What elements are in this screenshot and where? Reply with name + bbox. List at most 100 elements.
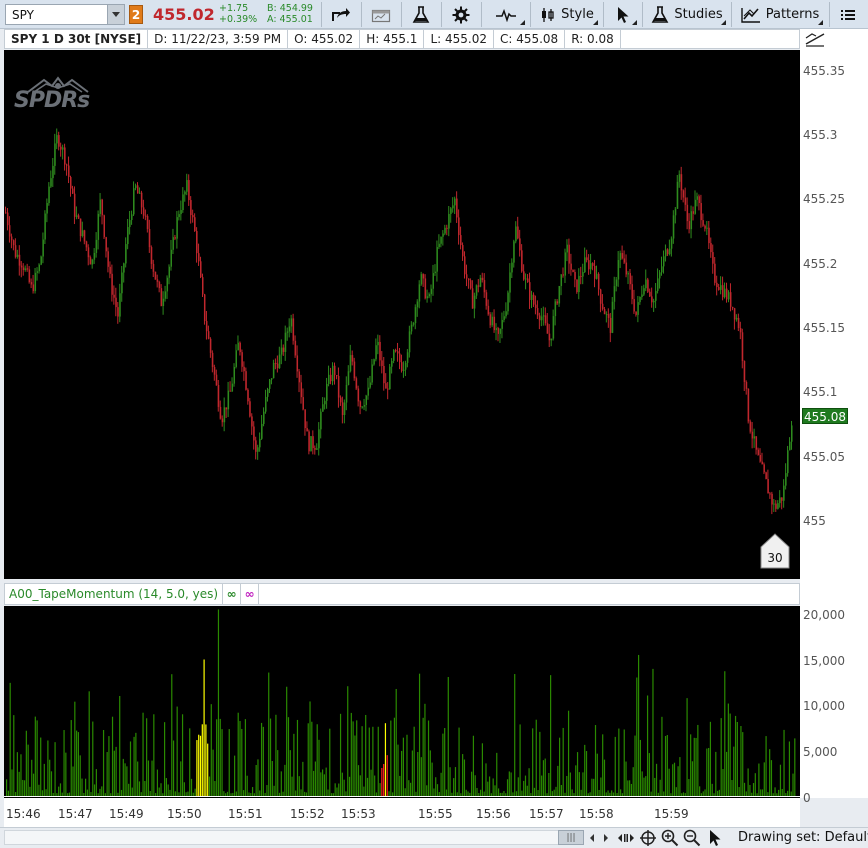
candle-body — [278, 354, 281, 369]
candle-body — [265, 396, 267, 412]
menu-button[interactable] — [834, 2, 862, 27]
chart-window-button[interactable] — [366, 2, 396, 27]
chart-window-icon — [371, 9, 391, 22]
momentum-bar — [600, 777, 602, 796]
momentum-bar — [133, 736, 135, 796]
candle-body — [288, 326, 291, 332]
momentum-bar — [332, 793, 334, 796]
candle-body — [720, 285, 722, 290]
momentum-bar — [612, 792, 615, 796]
candle-body — [647, 279, 649, 292]
candle-body — [475, 285, 478, 296]
candle-body — [56, 135, 58, 144]
zoom-in-button[interactable] — [660, 829, 680, 847]
candle-body — [154, 271, 157, 280]
momentum-bar — [172, 740, 175, 796]
draw-line-icon[interactable] — [804, 30, 826, 48]
study-link-icon[interactable]: ∞ — [241, 584, 260, 604]
expand-time-axis-button[interactable] — [616, 830, 636, 846]
candle-body — [85, 241, 88, 248]
candle-body — [235, 350, 237, 367]
momentum-bar — [594, 725, 597, 796]
share-button[interactable] — [326, 2, 356, 27]
candle-body — [156, 279, 159, 282]
momentum-bar — [296, 719, 299, 796]
momentum-bar — [632, 767, 634, 796]
candle-body — [710, 243, 712, 253]
candle-body — [631, 284, 633, 300]
study-header: A00_TapeMomentum (14, 5.0, yes) ∞ ∞ — [4, 583, 800, 605]
drawing-tools-button[interactable] — [486, 2, 526, 27]
candle-body — [142, 207, 145, 216]
momentum-bar — [359, 775, 361, 796]
momentum-bar — [593, 778, 595, 796]
tape-momentum-chart[interactable] — [4, 606, 800, 798]
time-axis[interactable]: 15:46 15:47 15:49 15:50 15:51 15:52 15:5… — [4, 798, 800, 828]
momentum-bar — [785, 793, 787, 796]
candle-body — [572, 269, 574, 272]
momentum-bar — [106, 752, 108, 796]
patterns-icon — [741, 7, 760, 23]
candle-body — [700, 203, 702, 221]
candle-body — [146, 216, 149, 229]
momentum-bar — [366, 777, 369, 796]
drawing-set-selector[interactable]: Drawing set: Default — [738, 830, 868, 845]
momentum-bar — [790, 791, 792, 796]
candle-body — [268, 379, 271, 389]
symbol-input[interactable] — [6, 5, 108, 24]
horizontal-scrollbar[interactable] — [4, 830, 559, 845]
momentum-bar — [537, 790, 539, 796]
candle-body — [87, 247, 90, 258]
cursor-button[interactable] — [608, 2, 638, 27]
time-axis-label: 15:46 — [6, 807, 41, 821]
momentum-bar — [348, 776, 351, 796]
study-name[interactable]: A00_TapeMomentum (14, 5.0, yes) — [5, 584, 224, 604]
candle-body — [237, 342, 239, 351]
scrollbar-thumb[interactable]: ||| — [558, 830, 584, 845]
candle-body — [172, 237, 174, 250]
momentum-bar — [375, 792, 378, 796]
momentum-bar — [424, 703, 426, 796]
momentum-bar — [329, 728, 331, 796]
chart-title[interactable]: SPY 1 D 30t [NYSE] — [5, 30, 149, 48]
scroll-left-button[interactable] — [586, 830, 598, 846]
flask-button[interactable] — [406, 2, 436, 27]
style-button[interactable]: Style — [535, 2, 599, 27]
studies-button[interactable]: Studies — [647, 2, 727, 27]
candle-body — [499, 328, 501, 334]
crosshair-button[interactable] — [639, 830, 657, 846]
zoom-out-button[interactable] — [682, 829, 702, 847]
momentum-bar — [129, 741, 132, 796]
candle-body — [489, 314, 492, 326]
price-chart[interactable]: SPDRs — [4, 50, 800, 579]
symbol-selector[interactable] — [5, 4, 125, 25]
candle-body — [479, 277, 482, 287]
study-link-icon[interactable]: ∞ — [223, 584, 242, 604]
pointer-button[interactable] — [706, 830, 724, 846]
momentum-bar — [550, 675, 552, 796]
candle-body — [68, 165, 70, 178]
spdr-logo-text: SPDRs — [14, 88, 90, 113]
toolbar-divider — [321, 2, 322, 27]
candle-body — [22, 267, 25, 271]
momentum-bar — [146, 718, 148, 796]
momentum-bar — [248, 792, 250, 796]
bar-high: H: 455.1 — [360, 30, 425, 48]
settings-button[interactable] — [446, 2, 476, 27]
link-badge[interactable]: 2 — [129, 5, 143, 24]
candle-body — [538, 315, 541, 321]
candle-body — [363, 404, 366, 407]
momentum-bar — [399, 775, 401, 796]
candle-body — [28, 269, 31, 283]
momentum-bar — [137, 761, 139, 796]
candle-body — [444, 227, 446, 234]
momentum-bar — [302, 761, 304, 796]
candle-body — [418, 284, 421, 302]
symbol-dropdown-arrow[interactable] — [107, 5, 124, 24]
patterns-button[interactable]: Patterns — [736, 2, 824, 27]
scroll-right-button[interactable] — [600, 830, 612, 846]
time-axis-label: 15:59 — [654, 807, 689, 821]
momentum-bar — [16, 752, 18, 796]
price-axis[interactable]: 455.35 455.3 455.25 455.2 455.15 455.1 4… — [800, 29, 868, 805]
momentum-bar — [257, 759, 259, 796]
